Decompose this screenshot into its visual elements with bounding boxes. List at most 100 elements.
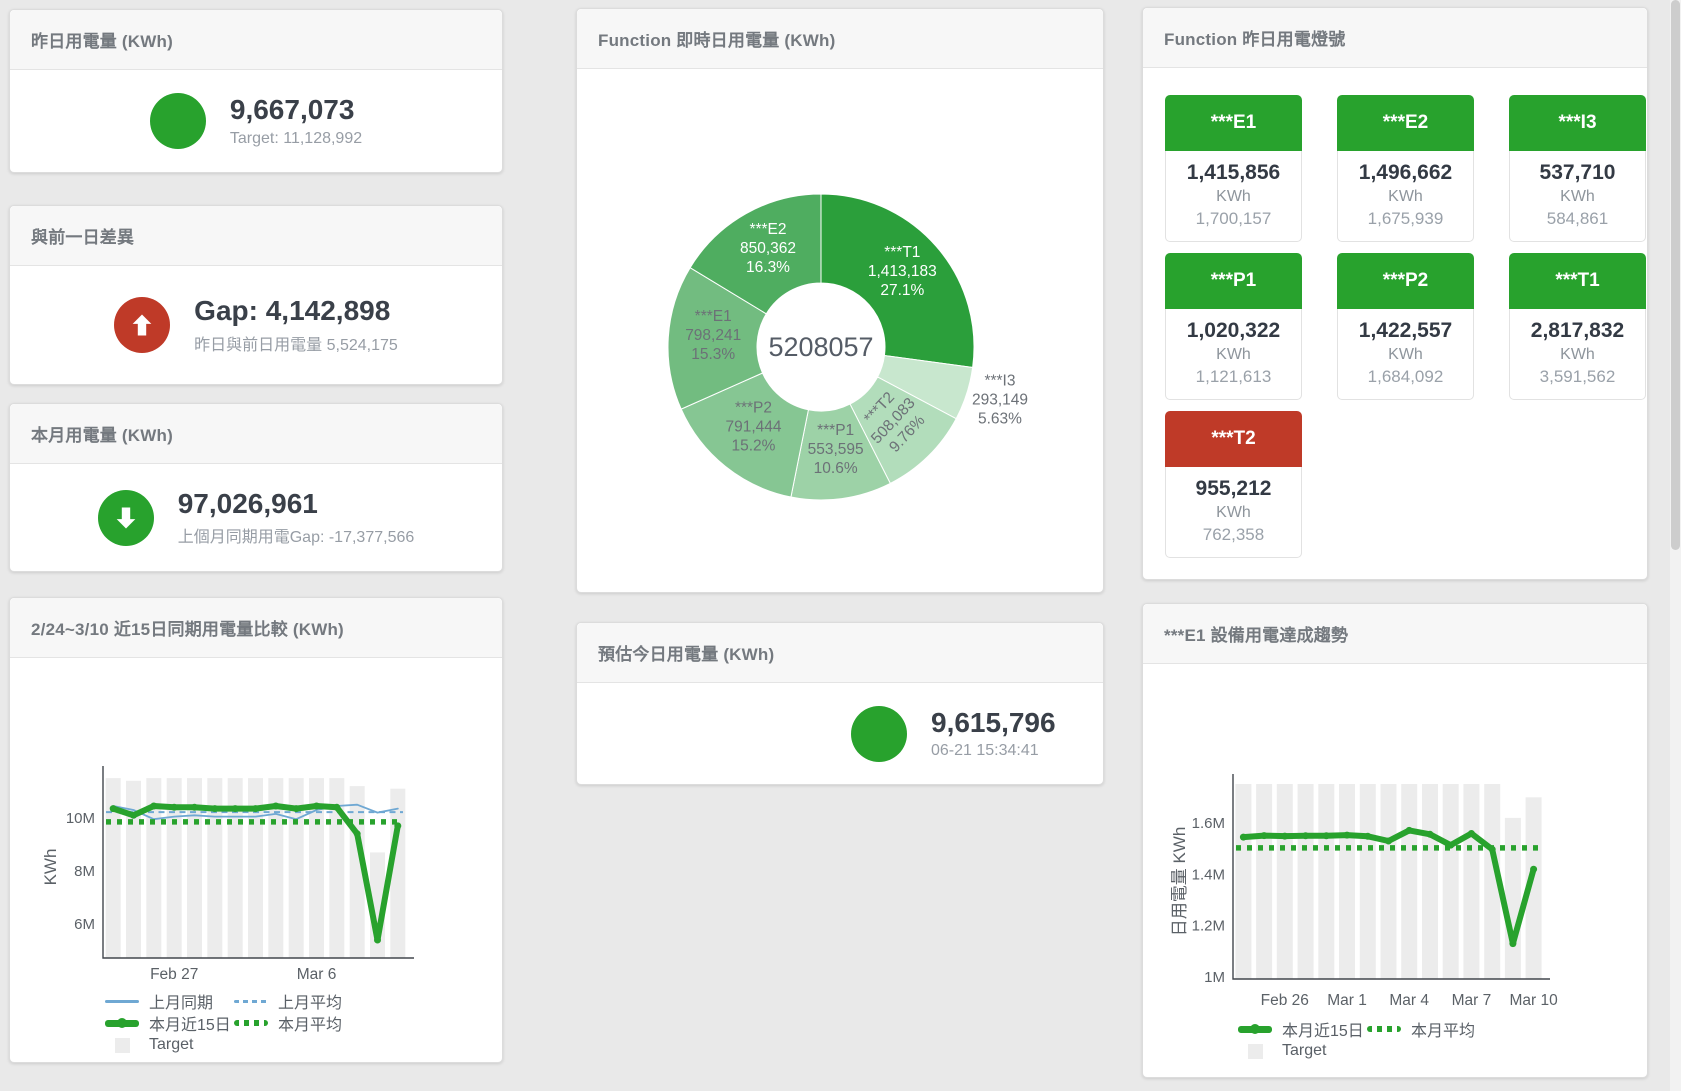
scrollbar-thumb[interactable]	[1671, 0, 1680, 550]
card-yesterday-lights: Function 昨日用電燈號 ***E11,415,856KWh1,700,1…	[1142, 7, 1648, 580]
card-estimate-today: 預估今日用電量 (KWh) 9,615,796 06-21 15:34:41	[576, 622, 1104, 785]
data-point	[1240, 834, 1247, 841]
target-bar	[1339, 784, 1355, 979]
data-point	[374, 937, 381, 944]
tile-value: 537,710	[1510, 161, 1645, 185]
legend-row: Target	[1238, 1040, 1496, 1062]
legend-row: Target	[105, 1034, 363, 1056]
bar-swatch-icon	[1238, 1045, 1272, 1057]
card-title: Function 即時日用電量 (KWh)	[598, 26, 835, 51]
stat-value: 9,667,073	[230, 94, 362, 126]
data-point	[1261, 832, 1268, 839]
card-body: 9,667,073 Target: 11,128,992	[10, 70, 502, 172]
tile-unit: KWh	[1166, 188, 1301, 206]
legend-item-this-month-series[interactable]: 本月近15日	[105, 1011, 234, 1035]
tile-body: 1,422,557KWh1,684,092	[1337, 309, 1474, 400]
tile-unit: KWh	[1510, 188, 1645, 206]
legend-label: 本月近15日	[149, 1011, 231, 1035]
tile-value: 1,020,322	[1166, 319, 1301, 343]
data-point	[1364, 833, 1371, 840]
card-title-bar: 2/24~3/10 近15日同期用電量比較 (KWh)	[10, 598, 502, 658]
target-bar	[1318, 784, 1334, 979]
chart-legend: 本月近15日 本月平均 Target	[1238, 1018, 1496, 1062]
tile-name-badge: ***E2	[1337, 95, 1474, 151]
data-point	[272, 803, 279, 810]
tile-body: 1,415,856KWh1,700,157	[1165, 151, 1302, 242]
data-point	[1427, 831, 1434, 838]
x-tick-label: Feb 26	[1261, 992, 1309, 1009]
data-point	[232, 805, 239, 812]
legend-item-prev-month-avg[interactable]: 上月平均	[234, 989, 363, 1013]
legend-label: 本月近15日	[1282, 1017, 1364, 1041]
data-point	[150, 803, 157, 810]
e1-trend-line-chart: 1M1.2M1.4M1.6MFeb 26Mar 1Mar 4Mar 7Mar 1…	[1143, 664, 1649, 1016]
card-diff-prev-day: 與前一日差異 Gap: 4,142,898 昨日與前日用電量 5,524,175	[9, 205, 503, 385]
card-title-bar: Function 即時日用電量 (KWh)	[577, 9, 1103, 69]
y-tick-label: 8M	[74, 863, 95, 880]
pie-slice-label: ***I3293,1495.63%	[972, 373, 1028, 428]
line-swatch-icon	[105, 995, 139, 1007]
legend-item-target[interactable]: Target	[1238, 1042, 1367, 1060]
target-bar	[390, 789, 405, 958]
stat-text: 9,667,073 Target: 11,128,992	[230, 94, 362, 147]
card-e1-trend-chart: ***E1 設備用電達成趨勢 1M1.2M1.4M1.6MFeb 26Mar 1…	[1142, 603, 1648, 1078]
tile-unit: KWh	[1338, 188, 1473, 206]
data-point	[333, 804, 340, 811]
tile-body: 2,817,832KWh3,591,562	[1509, 309, 1646, 400]
target-bar	[1381, 784, 1397, 979]
tile-prev-value: 584,861	[1510, 209, 1645, 229]
card-body: Gap: 4,142,898 昨日與前日用電量 5,524,175	[10, 266, 502, 384]
bar-swatch-icon	[105, 1039, 139, 1051]
y-tick-label: 1.6M	[1192, 815, 1225, 832]
data-point	[252, 805, 259, 812]
y-tick-label: 1.2M	[1192, 918, 1225, 935]
card-title-bar: Function 昨日用電燈號	[1143, 8, 1647, 68]
target-bar	[1422, 784, 1438, 979]
legend-item-this-month-avg[interactable]: 本月平均	[1367, 1017, 1496, 1041]
legend-item-this-month-avg[interactable]: 本月平均	[234, 1011, 363, 1035]
card-body: 9,615,796 06-21 15:34:41	[577, 683, 1103, 784]
card-title: 預估今日用電量 (KWh)	[598, 640, 774, 665]
tile-name-badge: ***T1	[1509, 253, 1646, 309]
y-tick-label: 1.4M	[1192, 866, 1225, 883]
data-point	[171, 804, 178, 811]
page-scrollbar[interactable]	[1670, 0, 1681, 1091]
legend-item-this-month-series[interactable]: 本月近15日	[1238, 1017, 1367, 1041]
tile-name-badge: ***I3	[1509, 95, 1646, 151]
legend-label: 本月平均	[1411, 1017, 1475, 1041]
y-tick-label: 6M	[74, 916, 95, 933]
usage-donut-chart: ***T11,413,18327.1%***I3293,1495.63%***T…	[577, 69, 1105, 592]
data-point	[1406, 827, 1413, 834]
tile-prev-value: 1,121,613	[1166, 367, 1301, 387]
card-title: Function 昨日用電燈號	[1164, 25, 1345, 50]
stat-subtitle: 昨日與前日用電量 5,524,175	[194, 331, 398, 355]
tile-unit: KWh	[1166, 504, 1301, 522]
target-bar	[1277, 784, 1293, 979]
card-title: 與前一日差異	[31, 223, 134, 248]
target-bar	[1360, 784, 1376, 979]
card-body: ***E11,415,856KWh1,700,157***E21,496,662…	[1143, 68, 1647, 579]
tile-value: 1,415,856	[1166, 161, 1301, 185]
legend-item-target[interactable]: Target	[105, 1036, 234, 1054]
card-body: ***T11,413,18327.1%***I3293,1495.63%***T…	[577, 69, 1103, 592]
data-point	[1302, 832, 1309, 839]
y-tick-label: 10M	[66, 810, 95, 827]
x-tick-label: Feb 27	[150, 966, 198, 983]
tile-unit: KWh	[1510, 346, 1645, 364]
legend-item-prev-month-series[interactable]: 上月同期	[105, 989, 234, 1013]
tile-value: 1,496,662	[1338, 161, 1473, 185]
target-bar	[1235, 784, 1251, 979]
data-point	[1530, 866, 1537, 873]
arrow-down-icon	[98, 490, 154, 546]
target-bar	[1443, 784, 1459, 979]
data-point	[1344, 832, 1351, 839]
data-point	[1385, 838, 1392, 845]
x-tick-label: Mar 10	[1509, 992, 1558, 1009]
target-bar	[106, 778, 121, 958]
x-tick-label: Mar 7	[1452, 992, 1492, 1009]
legend-label: Target	[1282, 1042, 1326, 1060]
card-title-bar: 與前一日差異	[10, 206, 502, 266]
card-title: 2/24~3/10 近15日同期用電量比較 (KWh)	[31, 615, 344, 640]
thick-line-swatch-icon	[1238, 1023, 1272, 1035]
dotted-line-swatch-icon	[234, 1017, 268, 1029]
